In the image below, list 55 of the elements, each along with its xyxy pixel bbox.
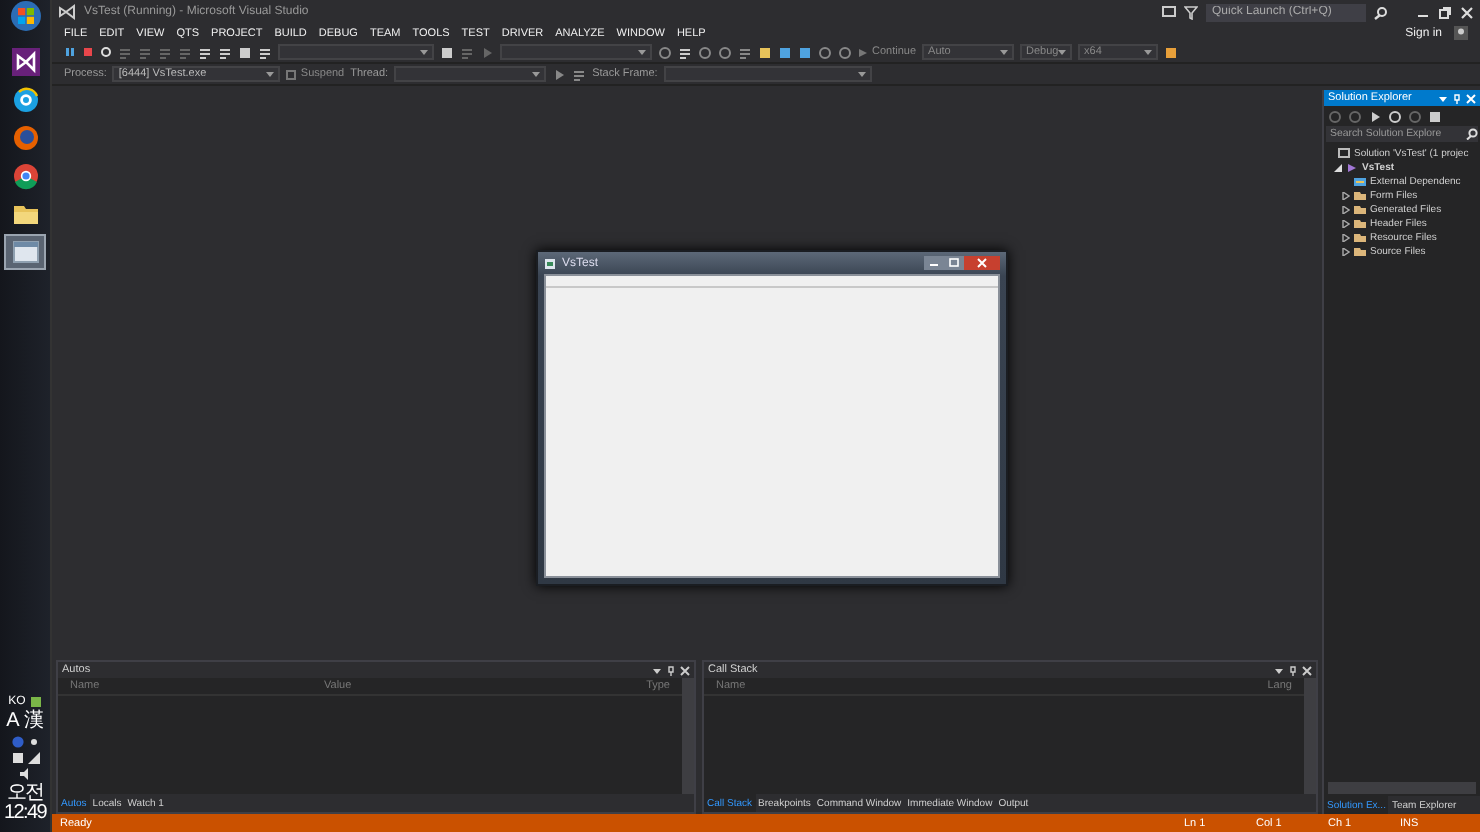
window-icon	[11, 238, 39, 266]
pin-icon[interactable]	[666, 665, 676, 675]
expander-icon[interactable]	[1342, 247, 1350, 255]
references-icon	[1354, 175, 1366, 187]
pin-icon[interactable]	[1288, 665, 1298, 675]
expander-icon[interactable]	[1342, 191, 1350, 199]
speaker-icon[interactable]	[19, 768, 31, 780]
scrollbar[interactable]	[1328, 782, 1476, 794]
search-icon[interactable]	[1466, 128, 1478, 140]
play-icon[interactable]	[480, 45, 494, 59]
expander-icon[interactable]	[1342, 233, 1350, 241]
dropdown-icon[interactable]	[1144, 48, 1153, 56]
filter-icon[interactable]	[552, 67, 567, 81]
expander-icon[interactable]	[1342, 219, 1350, 227]
fox-globe-icon	[11, 124, 39, 152]
close-icon[interactable]	[964, 256, 1000, 270]
restart-icon[interactable]	[100, 46, 112, 58]
app-icon	[544, 257, 556, 269]
tray-text[interactable]: A	[6, 712, 20, 732]
tray-text[interactable]: 漢	[23, 712, 44, 732]
dropdown-icon[interactable]	[1438, 93, 1448, 103]
tray-app-icon[interactable]	[29, 696, 42, 708]
restore-icon[interactable]	[1438, 5, 1452, 19]
search-icon[interactable]	[1374, 5, 1388, 19]
dropdown-icon[interactable]	[1000, 48, 1009, 56]
close-icon[interactable]	[1460, 5, 1474, 19]
dropdown-icon[interactable]	[1058, 48, 1067, 56]
start-orb-icon[interactable]	[9, 0, 41, 32]
browser-e-icon	[11, 86, 39, 114]
pause-icon[interactable]	[64, 46, 76, 58]
dropdown-icon[interactable]	[266, 70, 275, 78]
account-icon[interactable]	[1454, 26, 1468, 40]
dropdown-icon[interactable]	[638, 48, 646, 56]
dropdown-icon[interactable]	[420, 48, 428, 56]
filter-icon[interactable]	[1184, 5, 1198, 19]
close-icon[interactable]	[1302, 665, 1312, 675]
clock[interactable]: 오전 12:49	[0, 784, 50, 824]
dropdown-icon[interactable]	[857, 70, 866, 78]
scrollbar[interactable]	[682, 678, 694, 794]
solution-icon	[1338, 147, 1350, 159]
visual-studio-icon	[58, 4, 76, 20]
maximize-icon[interactable]	[944, 256, 964, 270]
stop-icon[interactable]	[82, 46, 94, 58]
scrollbar[interactable]	[1304, 678, 1316, 794]
close-icon[interactable]	[680, 665, 690, 675]
folder-icon	[11, 200, 39, 228]
visual-studio-icon	[11, 48, 39, 76]
expander-icon[interactable]	[1342, 205, 1350, 213]
project-icon	[1346, 161, 1358, 173]
play-icon	[858, 47, 868, 57]
expander-icon[interactable]	[1334, 163, 1342, 171]
dropdown-icon[interactable]	[532, 70, 541, 78]
signal-icon[interactable]	[27, 752, 39, 764]
suspend-icon	[286, 69, 297, 79]
round-browser-icon	[11, 162, 39, 190]
